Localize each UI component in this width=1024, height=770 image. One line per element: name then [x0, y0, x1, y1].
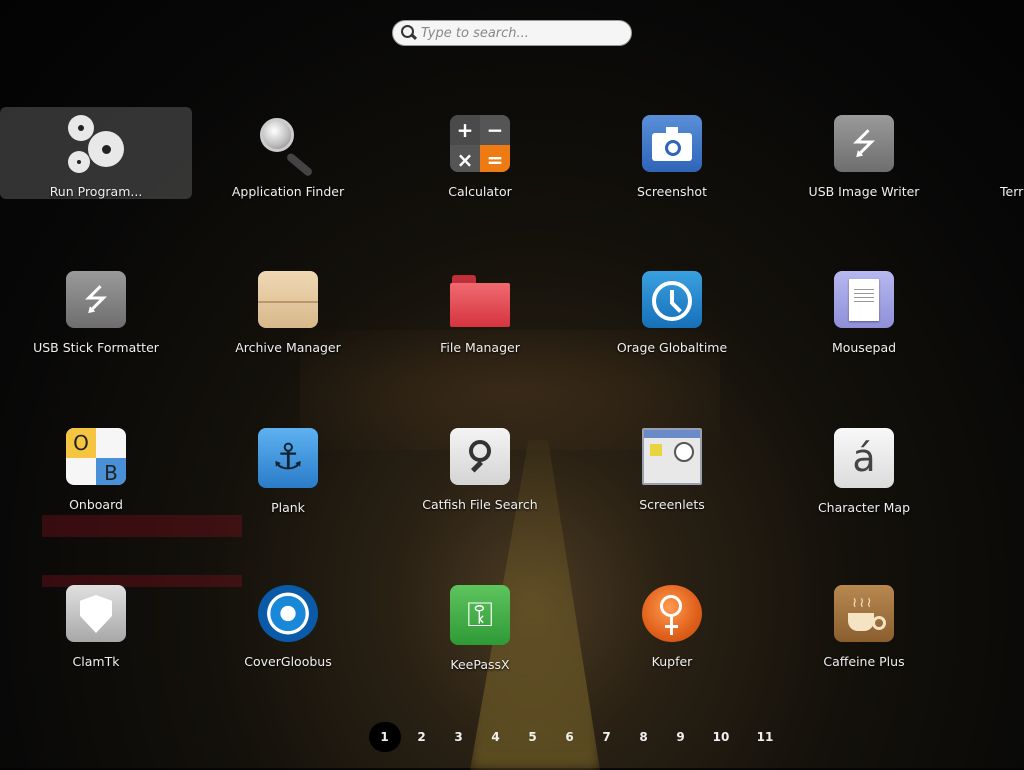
app-usb-stick-formatter[interactable]: ⭍ USB Stick Formatter	[0, 263, 192, 355]
page-button-10[interactable]: 10	[699, 722, 743, 752]
app-screenshot[interactable]: Screenshot	[576, 107, 768, 199]
folder-icon	[450, 271, 510, 328]
app-label: Plank	[271, 500, 305, 515]
app-usb-image-writer[interactable]: ⭍ USB Image Writer	[768, 107, 960, 199]
app-screenlets[interactable]: Screenlets	[576, 420, 768, 512]
app-label: Screenshot	[637, 184, 707, 199]
app-label: Mousepad	[831, 340, 897, 355]
app-label: Character Map	[817, 500, 911, 515]
app-character-map[interactable]: á Character Map	[768, 420, 960, 515]
magnifier-icon	[258, 115, 318, 178]
notepad-icon	[834, 271, 894, 328]
app-label: Application Finder	[231, 184, 345, 199]
app-catfish-file-search[interactable]: Catfish File Search	[384, 420, 576, 512]
app-label: Archive Manager	[235, 340, 341, 355]
page-button-8[interactable]: 8	[625, 722, 662, 752]
app-caffeine-plus[interactable]: ≀≀≀ Caffeine Plus	[768, 577, 960, 669]
app-application-finder[interactable]: Application Finder	[192, 107, 384, 199]
app-file-manager[interactable]: File Manager	[384, 263, 576, 355]
search-input[interactable]	[419, 24, 623, 42]
search-icon	[393, 21, 419, 45]
key-icon: ⚿	[450, 585, 510, 645]
app-orage-globaltime[interactable]: Orage Globaltime	[576, 263, 768, 355]
app-label: Orage Globaltime	[616, 340, 728, 355]
page-button-7[interactable]: 7	[588, 722, 625, 752]
anchor-icon: ⚓	[258, 428, 318, 488]
page-button-3[interactable]: 3	[440, 722, 477, 752]
coffee-icon: ≀≀≀	[834, 585, 894, 642]
screenlets-icon	[642, 428, 702, 485]
character-icon: á	[834, 428, 894, 488]
search-icon	[450, 428, 510, 485]
app-label: Terr	[1000, 184, 1024, 199]
app-label: Catfish File Search	[422, 497, 538, 512]
page-button-1[interactable]: 1	[366, 722, 403, 752]
app-label: USB Stick Formatter	[33, 340, 159, 355]
page-button-9[interactable]: 9	[662, 722, 699, 752]
app-label: Run Program...	[49, 184, 143, 199]
app-clamtk[interactable]: ClamTk	[0, 577, 192, 669]
app-covergloobus[interactable]: CoverGloobus	[192, 577, 384, 669]
app-plank[interactable]: ⚓ Plank	[192, 420, 384, 515]
app-label: Onboard	[69, 497, 123, 512]
cover-icon	[258, 585, 318, 642]
app-label: Calculator	[448, 184, 512, 199]
app-label: Screenlets	[639, 497, 705, 512]
shield-icon	[66, 585, 126, 642]
keyboard-icon: O B	[66, 428, 126, 485]
app-label: KeePassX	[450, 657, 510, 672]
gears-icon	[66, 115, 126, 173]
app-label: Kupfer	[651, 654, 693, 669]
app-calculator[interactable]: + − × = Calculator	[384, 107, 576, 199]
app-mousepad[interactable]: Mousepad	[768, 263, 960, 355]
archive-icon	[258, 271, 318, 328]
app-label: USB Image Writer	[808, 184, 920, 199]
page-button-2[interactable]: 2	[403, 722, 440, 752]
app-onboard[interactable]: O B Onboard	[0, 420, 192, 512]
page-button-6[interactable]: 6	[551, 722, 588, 752]
app-label: ClamTk	[72, 654, 120, 669]
camera-icon	[642, 115, 702, 172]
app-keepassx[interactable]: ⚿ KeePassX	[384, 577, 576, 672]
clock-icon	[642, 271, 702, 328]
app-terminal-partial[interactable]: Terr	[960, 107, 1024, 199]
app-label: CoverGloobus	[244, 654, 332, 669]
calculator-icon: + − × =	[450, 115, 510, 172]
usb-icon: ⭍	[834, 115, 894, 172]
page-button-11[interactable]: 11	[743, 722, 787, 752]
search-box[interactable]	[392, 20, 632, 46]
app-label: File Manager	[440, 340, 520, 355]
usb-icon: ⭍	[66, 271, 126, 328]
app-kupfer[interactable]: Kupfer	[576, 577, 768, 669]
page-button-4[interactable]: 4	[477, 722, 514, 752]
app-archive-manager[interactable]: Archive Manager	[192, 263, 384, 355]
page-button-5[interactable]: 5	[514, 722, 551, 752]
kupfer-icon	[642, 585, 702, 642]
app-run-program[interactable]: Run Program...	[0, 107, 192, 199]
page-indicator: 1 2 3 4 5 6 7 8 9 10 11	[366, 722, 787, 752]
app-label: Caffeine Plus	[823, 654, 905, 669]
